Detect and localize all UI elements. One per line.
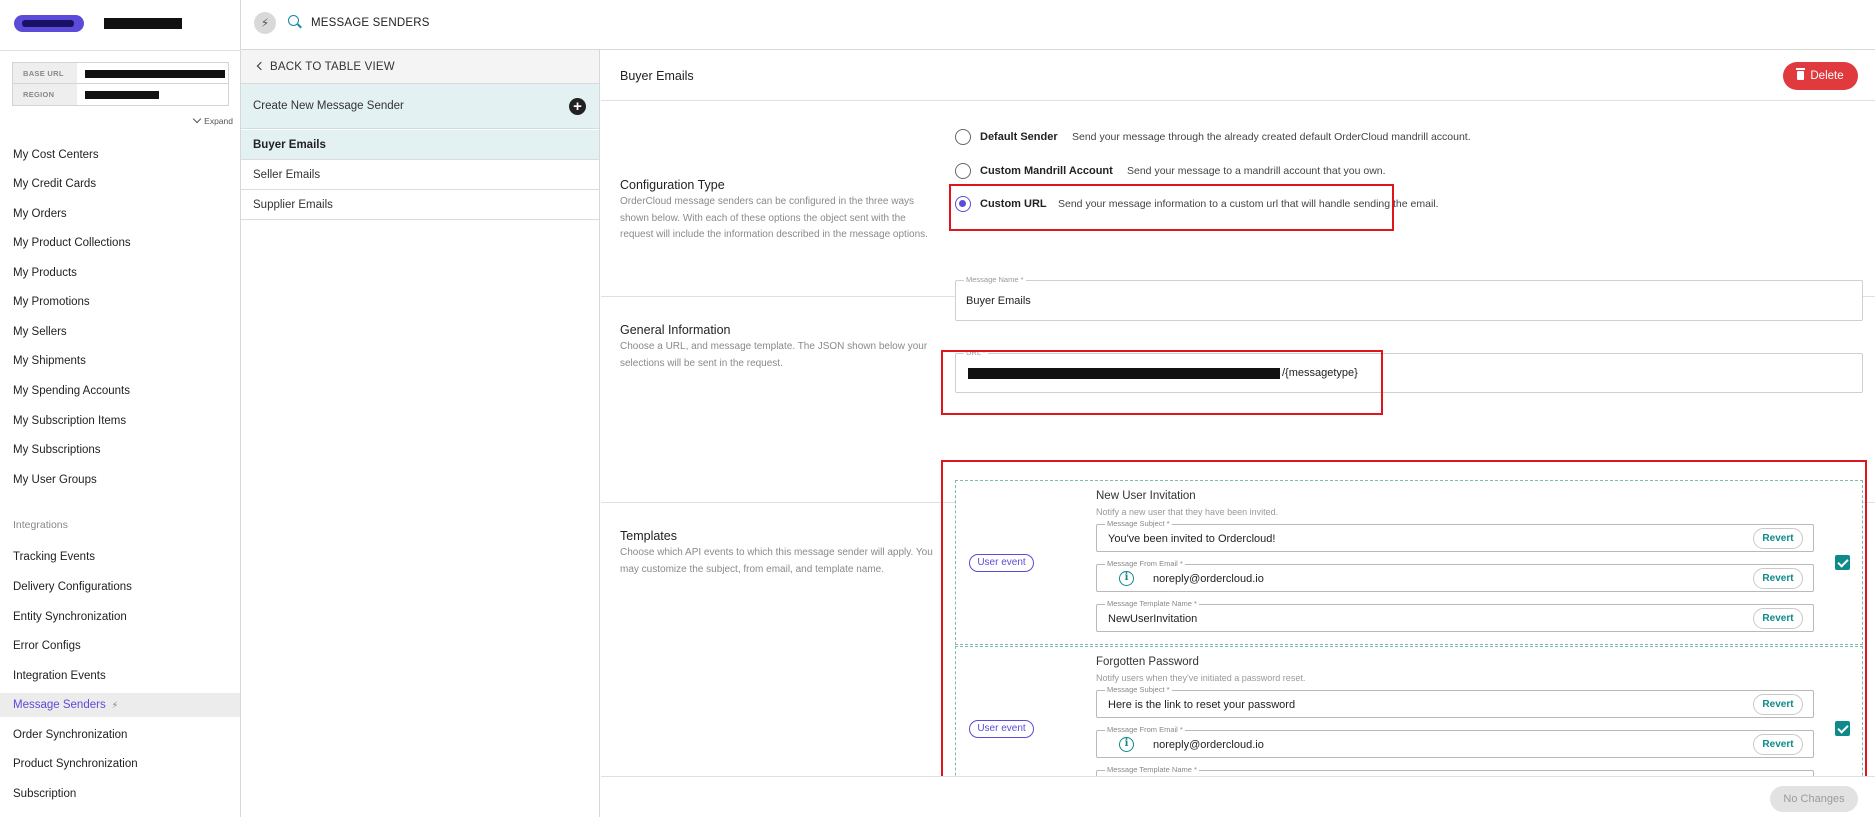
top-bar: ⚡ MESSAGE SENDERS [241, 0, 1875, 50]
sidebar-item-label: Message Senders [13, 699, 106, 711]
delete-label: Delete [1810, 70, 1844, 82]
delete-button[interactable]: Delete [1783, 62, 1858, 90]
chevron-down-icon [192, 114, 202, 124]
general-information-title: General Information [620, 323, 731, 337]
brand-name-redacted [104, 18, 182, 29]
region-value-redacted [85, 91, 159, 99]
list-item-supplier-emails[interactable]: Supplier Emails [241, 190, 599, 220]
back-label: BACK TO TABLE VIEW [270, 61, 395, 73]
radio-description: Send your message to a mandrill account … [1127, 165, 1386, 177]
templates-title: Templates [620, 529, 677, 543]
configuration-type-title: Configuration Type [620, 178, 725, 192]
radio-label: Default Sender [980, 131, 1058, 143]
radio-button[interactable] [955, 163, 971, 179]
highlight-box [941, 460, 1867, 778]
sidebar-item-my-subscriptions[interactable]: My Subscriptions [0, 438, 240, 462]
sidebar-item-entity-synchronization[interactable]: Entity Synchronization [0, 605, 240, 629]
environment-info: BASE URL REGION [12, 62, 229, 106]
message-name-value: Buyer Emails [966, 295, 1031, 307]
main-content: Buyer Emails Delete Configuration Type O… [601, 50, 1875, 817]
sidebar-item-my-spending-accounts[interactable]: My Spending Accounts [0, 379, 240, 403]
sidebar-item-my-shipments[interactable]: My Shipments [0, 349, 240, 373]
base-url-row: BASE URL [13, 63, 228, 84]
highlight-box [941, 350, 1383, 415]
plus-circle-icon[interactable]: + [569, 98, 586, 115]
page-title: MESSAGE SENDERS [311, 17, 430, 29]
brand-logo[interactable] [14, 15, 84, 32]
main-header: Buyer Emails Delete [601, 50, 1875, 101]
expand-button[interactable]: Expand [192, 114, 233, 126]
message-name-field[interactable]: Message Name * Buyer Emails [955, 275, 1863, 321]
region-key: REGION [13, 84, 77, 105]
create-label: Create New Message Sender [253, 100, 404, 112]
radio-button[interactable] [955, 129, 971, 145]
sidebar-item-delivery-configurations[interactable]: Delivery Configurations [0, 575, 240, 599]
sidebar-item-subscription[interactable]: Subscription [0, 782, 240, 806]
radio-description: Send your message through the already cr… [1072, 131, 1471, 143]
sidebar-section-integrations: Integrations [13, 519, 68, 531]
field-label: Message Name * [964, 275, 1026, 284]
sidebar-item-my-subscription-items[interactable]: My Subscription Items [0, 409, 240, 433]
create-new-message-sender-button[interactable]: Create New Message Sender + [241, 84, 599, 129]
templates-description: Choose which API events to which this me… [620, 547, 933, 575]
footer-bar: No Changes [601, 776, 1875, 817]
highlight-box [949, 184, 1394, 231]
sidebar-item-my-credit-cards[interactable]: My Credit Cards [0, 172, 240, 196]
message-sender-title: Buyer Emails [620, 69, 694, 83]
general-information-description: Choose a URL, and message template. The … [620, 341, 928, 369]
bolt-icon[interactable]: ⚡ [254, 12, 276, 34]
message-sender-list-panel: BACK TO TABLE VIEW Create New Message Se… [241, 50, 600, 817]
sidebar-item-product-synchronization[interactable]: Product Synchronization [0, 752, 240, 776]
divider [0, 50, 241, 51]
list-item-seller-emails[interactable]: Seller Emails [241, 160, 599, 190]
bolt-icon: ⚡ [111, 700, 119, 710]
trash-icon [1796, 68, 1806, 80]
radio-label: Custom Mandrill Account [980, 165, 1113, 177]
search-icon[interactable] [288, 15, 299, 26]
no-changes-button[interactable]: No Changes [1770, 786, 1858, 812]
region-row: REGION [13, 84, 228, 105]
chevron-left-icon [256, 61, 266, 71]
expand-label: Expand [204, 116, 233, 126]
sidebar-item-my-promotions[interactable]: My Promotions [0, 290, 240, 314]
sidebar-item-message-senders[interactable]: Message Senders ⚡ [0, 693, 240, 717]
list-item-buyer-emails[interactable]: Buyer Emails [241, 130, 599, 160]
base-url-key: BASE URL [13, 63, 77, 83]
sidebar-item-integration-events[interactable]: Integration Events [0, 664, 240, 688]
sidebar-item-my-orders[interactable]: My Orders [0, 202, 240, 226]
back-to-table-view-link[interactable]: BACK TO TABLE VIEW [241, 50, 599, 84]
sidebar-item-error-configs[interactable]: Error Configs [0, 634, 240, 658]
sidebar-item-my-sellers[interactable]: My Sellers [0, 320, 240, 344]
sidebar: BASE URL REGION Expand My Cost Centers M… [0, 0, 241, 817]
sidebar-item-my-products[interactable]: My Products [0, 261, 240, 285]
sidebar-item-my-user-groups[interactable]: My User Groups [0, 468, 240, 492]
sidebar-item-my-product-collections[interactable]: My Product Collections [0, 231, 240, 255]
sidebar-item-my-cost-centers[interactable]: My Cost Centers [0, 143, 240, 167]
sidebar-item-tracking-events[interactable]: Tracking Events [0, 545, 240, 569]
base-url-value-redacted [85, 70, 225, 78]
sidebar-item-order-synchronization[interactable]: Order Synchronization [0, 723, 240, 747]
configuration-type-description: OrderCloud message senders can be config… [620, 196, 928, 240]
